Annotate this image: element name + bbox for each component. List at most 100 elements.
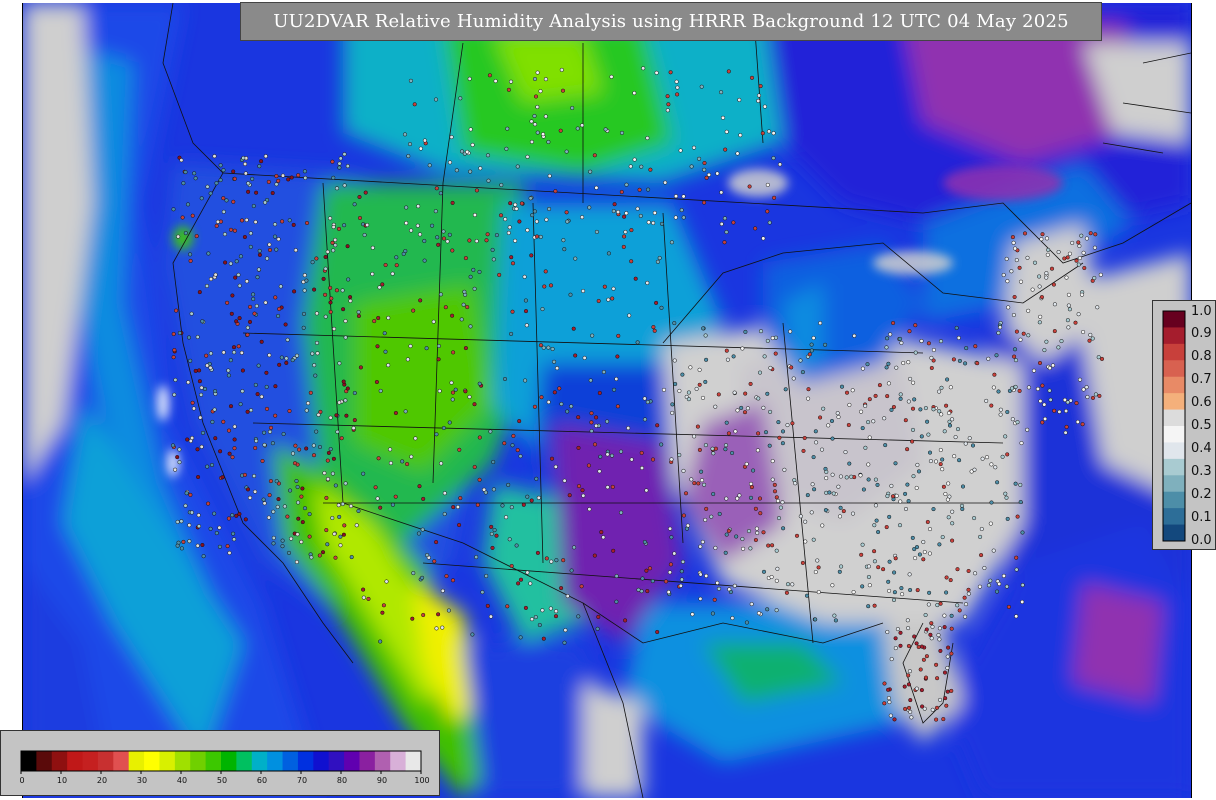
station-dot — [929, 621, 934, 626]
station-dot — [1065, 318, 1070, 323]
station-dot — [580, 123, 585, 128]
station-dot — [286, 177, 291, 182]
rh-colorbar-segment — [344, 751, 360, 771]
station-dot — [738, 133, 743, 138]
station-dot — [244, 279, 249, 284]
station-dot — [887, 588, 892, 593]
station-dot — [975, 361, 980, 366]
station-dot — [908, 587, 913, 593]
station-dot — [860, 366, 865, 371]
station-dot — [262, 430, 267, 435]
station-dot — [563, 628, 568, 633]
station-dot — [768, 365, 773, 370]
station-dot — [661, 387, 667, 392]
station-dot — [1037, 284, 1042, 289]
station-dot — [948, 385, 953, 390]
station-dot — [175, 519, 180, 524]
station-dot — [572, 545, 577, 550]
station-dot — [204, 353, 209, 358]
station-dot — [281, 431, 286, 437]
station-dot — [927, 551, 932, 556]
station-dot — [435, 235, 440, 240]
station-dot — [1020, 530, 1025, 535]
station-dot — [441, 236, 447, 241]
station-dot — [646, 187, 651, 192]
station-dot — [669, 240, 674, 245]
station-dot — [837, 569, 842, 574]
station-dot — [942, 429, 947, 434]
station-dot — [900, 592, 905, 597]
station-dot — [1015, 514, 1020, 519]
station-dot — [888, 713, 893, 718]
station-dot — [276, 313, 281, 319]
station-dot — [645, 280, 650, 285]
station-dot — [629, 259, 634, 264]
station-dot — [231, 199, 236, 204]
station-dot — [938, 697, 943, 702]
station-dot — [427, 163, 432, 168]
station-dot — [1032, 260, 1038, 265]
rh-colorbar-segment — [313, 751, 330, 771]
station-dot — [342, 183, 347, 188]
station-dot — [811, 537, 816, 542]
station-dot — [276, 497, 281, 502]
station-dot — [726, 528, 731, 533]
station-dot — [418, 298, 423, 303]
station-dot — [345, 386, 350, 391]
station-dot — [447, 160, 453, 165]
station-dot — [654, 300, 659, 305]
station-dot — [657, 255, 662, 261]
station-dot — [482, 487, 487, 492]
station-dot — [251, 296, 256, 302]
station-dot — [199, 385, 204, 390]
station-dot — [333, 555, 338, 560]
station-dot — [813, 569, 818, 575]
station-dot — [949, 651, 954, 656]
station-dot — [812, 487, 817, 492]
station-dot — [632, 91, 637, 96]
station-dot — [941, 717, 946, 722]
station-dot — [234, 513, 239, 518]
station-dot — [755, 448, 760, 453]
station-dot — [562, 247, 567, 252]
station-dot — [697, 156, 702, 161]
station-dot — [382, 331, 387, 336]
station-dot — [767, 220, 772, 225]
station-dot — [940, 535, 945, 540]
station-dot — [328, 300, 333, 305]
station-dot — [535, 130, 540, 135]
station-dot — [378, 388, 383, 393]
station-dot — [745, 406, 750, 411]
station-dot — [356, 508, 361, 514]
station-dot — [315, 351, 320, 356]
station-dot — [188, 492, 193, 497]
station-dot — [898, 396, 903, 401]
station-dot — [921, 657, 926, 662]
station-dot — [257, 248, 262, 253]
rh-tick-label: 60 — [256, 776, 268, 785]
station-dot — [907, 572, 912, 577]
station-dot — [451, 505, 456, 510]
station-dot — [921, 539, 926, 545]
station-dot — [552, 359, 557, 364]
station-dot — [720, 115, 726, 120]
station-dot — [244, 217, 249, 223]
station-dot — [907, 669, 912, 674]
station-dot — [236, 344, 241, 349]
station-dot — [874, 518, 879, 523]
station-dot — [994, 353, 999, 358]
station-dot — [334, 186, 340, 191]
station-dot — [689, 477, 694, 482]
station-dot — [284, 360, 289, 365]
station-dot — [450, 390, 456, 395]
station-dot — [790, 421, 795, 426]
station-dot — [743, 391, 748, 396]
station-dot — [529, 139, 534, 144]
station-dot — [966, 591, 971, 596]
station-dot — [636, 587, 641, 592]
station-dot — [713, 446, 718, 451]
station-dot — [245, 332, 250, 337]
station-dot — [228, 227, 234, 232]
station-dot — [929, 636, 934, 641]
station-dot — [698, 544, 703, 549]
